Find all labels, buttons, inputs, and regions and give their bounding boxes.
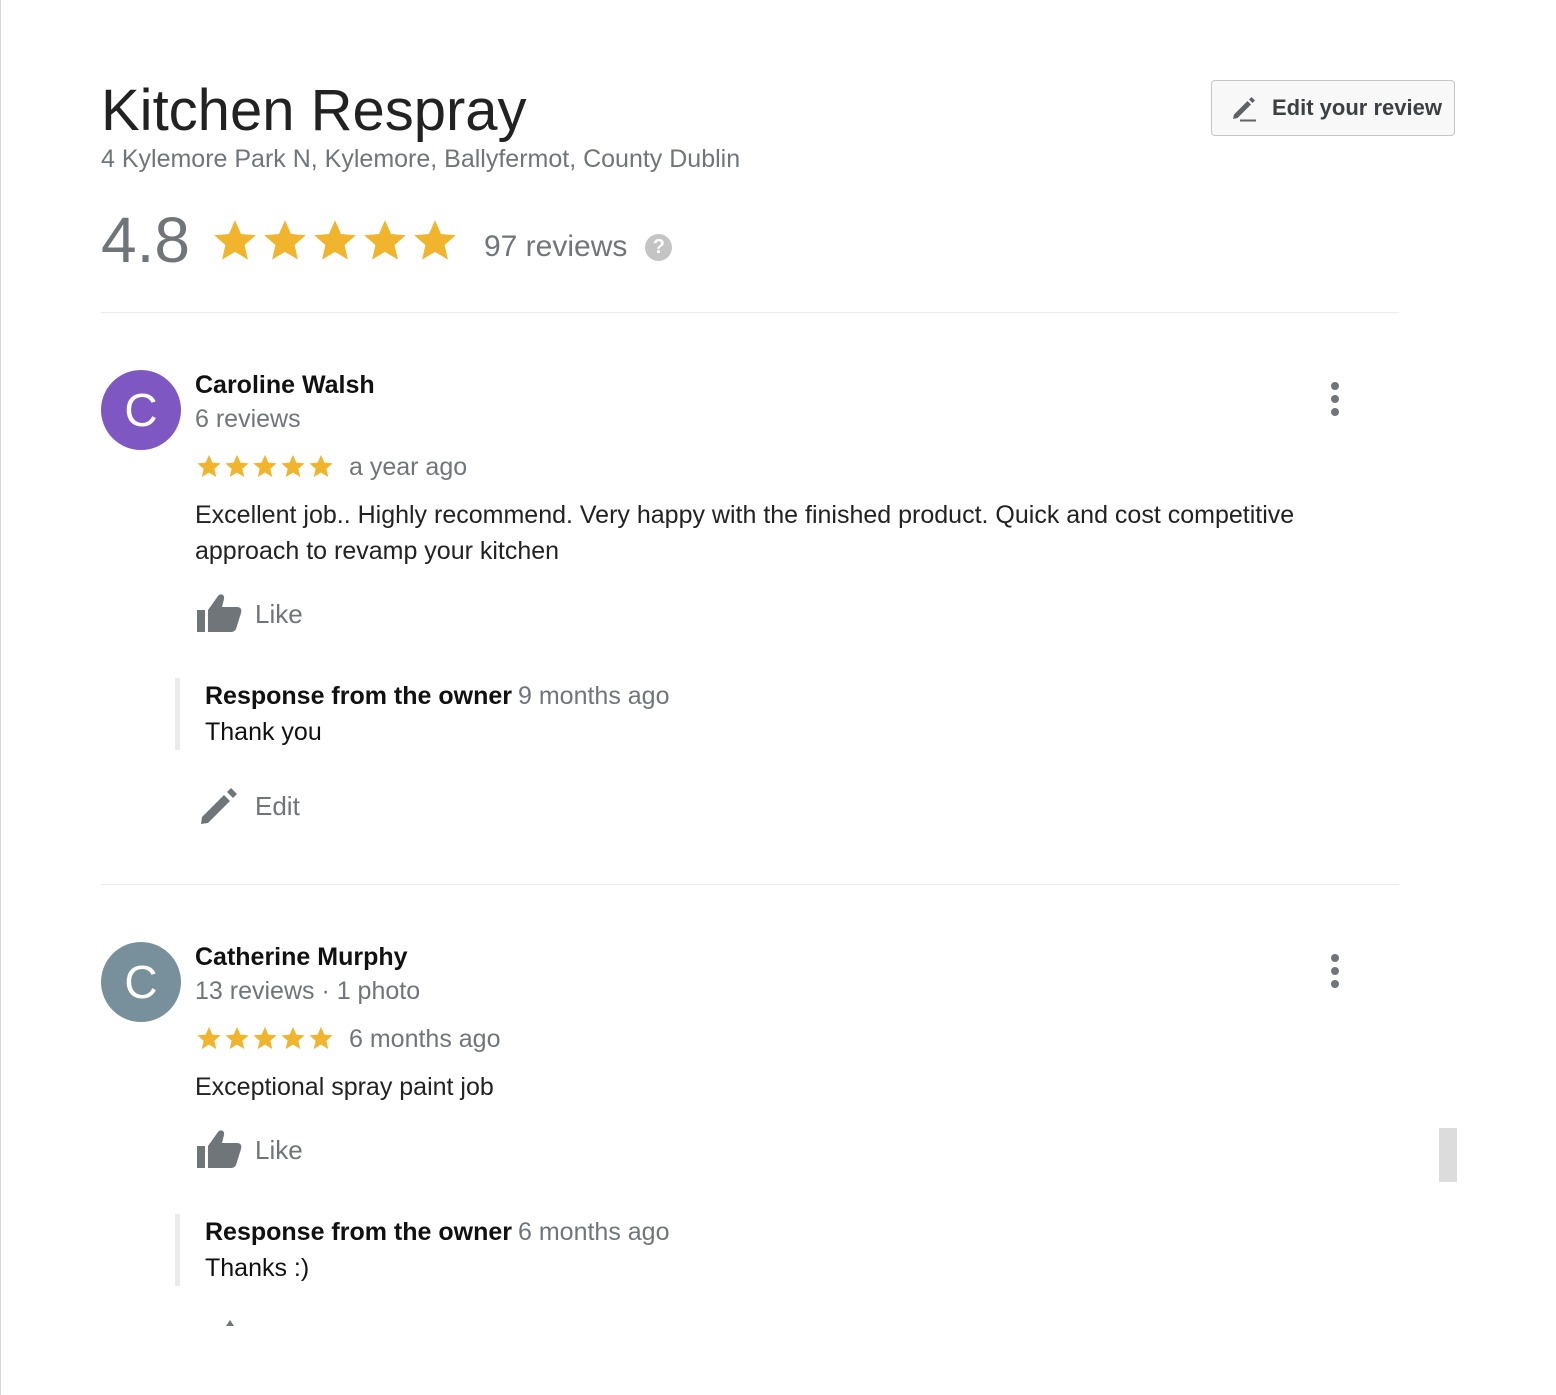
pencil-icon <box>1228 92 1260 124</box>
star-icon <box>281 1026 305 1049</box>
like-button[interactable]: Like <box>195 1128 303 1172</box>
more-vert-dot <box>1331 408 1339 416</box>
star-icon <box>264 220 306 260</box>
edit-label: Edit <box>255 790 300 821</box>
left-border <box>0 0 1 1395</box>
business-address: 4 Kylemore Park N, Kylemore, Ballyfermot… <box>101 145 741 173</box>
like-label: Like <box>255 1134 303 1165</box>
more-vert-icon <box>1331 954 1339 962</box>
review-text: Excellent job.. Highly recommend. Very h… <box>195 501 1295 565</box>
pencil-icon[interactable] <box>222 1318 238 1326</box>
more-options-button[interactable] <box>1324 954 1346 994</box>
star-icon <box>281 454 305 477</box>
owner-response-text: Thanks :) <box>205 1254 310 1282</box>
more-vert-dot <box>1331 395 1339 403</box>
thumbs-up-icon <box>197 1130 242 1168</box>
divider <box>101 312 1399 313</box>
scrollbar-thumb[interactable] <box>1439 1128 1457 1182</box>
review-stars <box>195 1024 335 1052</box>
more-vert-dot <box>1331 967 1339 975</box>
owner-response: Response from the owner 6 months ago Than… <box>175 1214 670 1286</box>
like-button[interactable]: Like <box>195 592 303 636</box>
edit-your-review-label: Edit your review <box>1272 95 1442 120</box>
divider <box>101 884 1399 885</box>
star-icon <box>309 1026 333 1049</box>
thumbs-up-icon <box>197 594 242 632</box>
avatar[interactable]: C <box>101 942 181 1022</box>
owner-response-label: Response from the owner <box>205 682 512 710</box>
help-icon[interactable]: ? <box>645 233 673 261</box>
reviewer-name[interactable]: Catherine Murphy <box>195 941 408 973</box>
star-icon <box>314 220 356 260</box>
average-rating-stars <box>210 215 460 265</box>
like-label: Like <box>255 598 303 629</box>
owner-response-header: Response from the owner 9 months ago <box>205 678 670 714</box>
business-name: Kitchen Respray <box>101 78 527 143</box>
more-vert-icon <box>1331 382 1339 390</box>
rating-summary: 4.8 97 reviews ? <box>101 204 673 276</box>
edit-your-review-button[interactable]: Edit your review <box>1211 80 1455 136</box>
pencil-icon <box>201 788 237 824</box>
star-icon <box>309 454 333 477</box>
owner-response-label: Response from the owner <box>205 1218 512 1246</box>
owner-response-date: 9 months ago <box>518 682 670 710</box>
star-icon <box>225 1026 249 1049</box>
edit-response-button[interactable]: Edit <box>198 785 300 827</box>
review-date: 6 months ago <box>349 1025 501 1053</box>
total-review-count: 97 reviews <box>483 230 628 263</box>
owner-response-date: 6 months ago <box>518 1218 670 1246</box>
review-stars <box>195 452 335 480</box>
reviewer-meta: 6 reviews <box>195 405 301 433</box>
star-icon <box>197 1026 221 1049</box>
more-options-button[interactable] <box>1324 382 1346 422</box>
reviewer-name[interactable]: Caroline Walsh <box>195 369 375 401</box>
star-icon <box>197 454 221 477</box>
star-icon <box>253 454 277 477</box>
review-text: Exceptional spray paint job <box>195 1073 494 1101</box>
more-vert-dot <box>1331 980 1339 988</box>
star-icon <box>253 1026 277 1049</box>
star-icon <box>414 220 456 260</box>
average-rating: 4.8 <box>101 204 190 276</box>
review-date: a year ago <box>349 453 468 481</box>
star-icon <box>364 220 406 260</box>
star-icon <box>225 454 249 477</box>
star-icon <box>214 220 256 260</box>
avatar[interactable]: C <box>101 370 181 450</box>
owner-response: Response from the owner 9 months ago Than… <box>175 678 670 750</box>
owner-response-header: Response from the owner 6 months ago <box>205 1214 670 1250</box>
owner-response-text: Thank you <box>205 718 322 746</box>
reviewer-meta: 13 reviews · 1 photo <box>195 977 421 1005</box>
